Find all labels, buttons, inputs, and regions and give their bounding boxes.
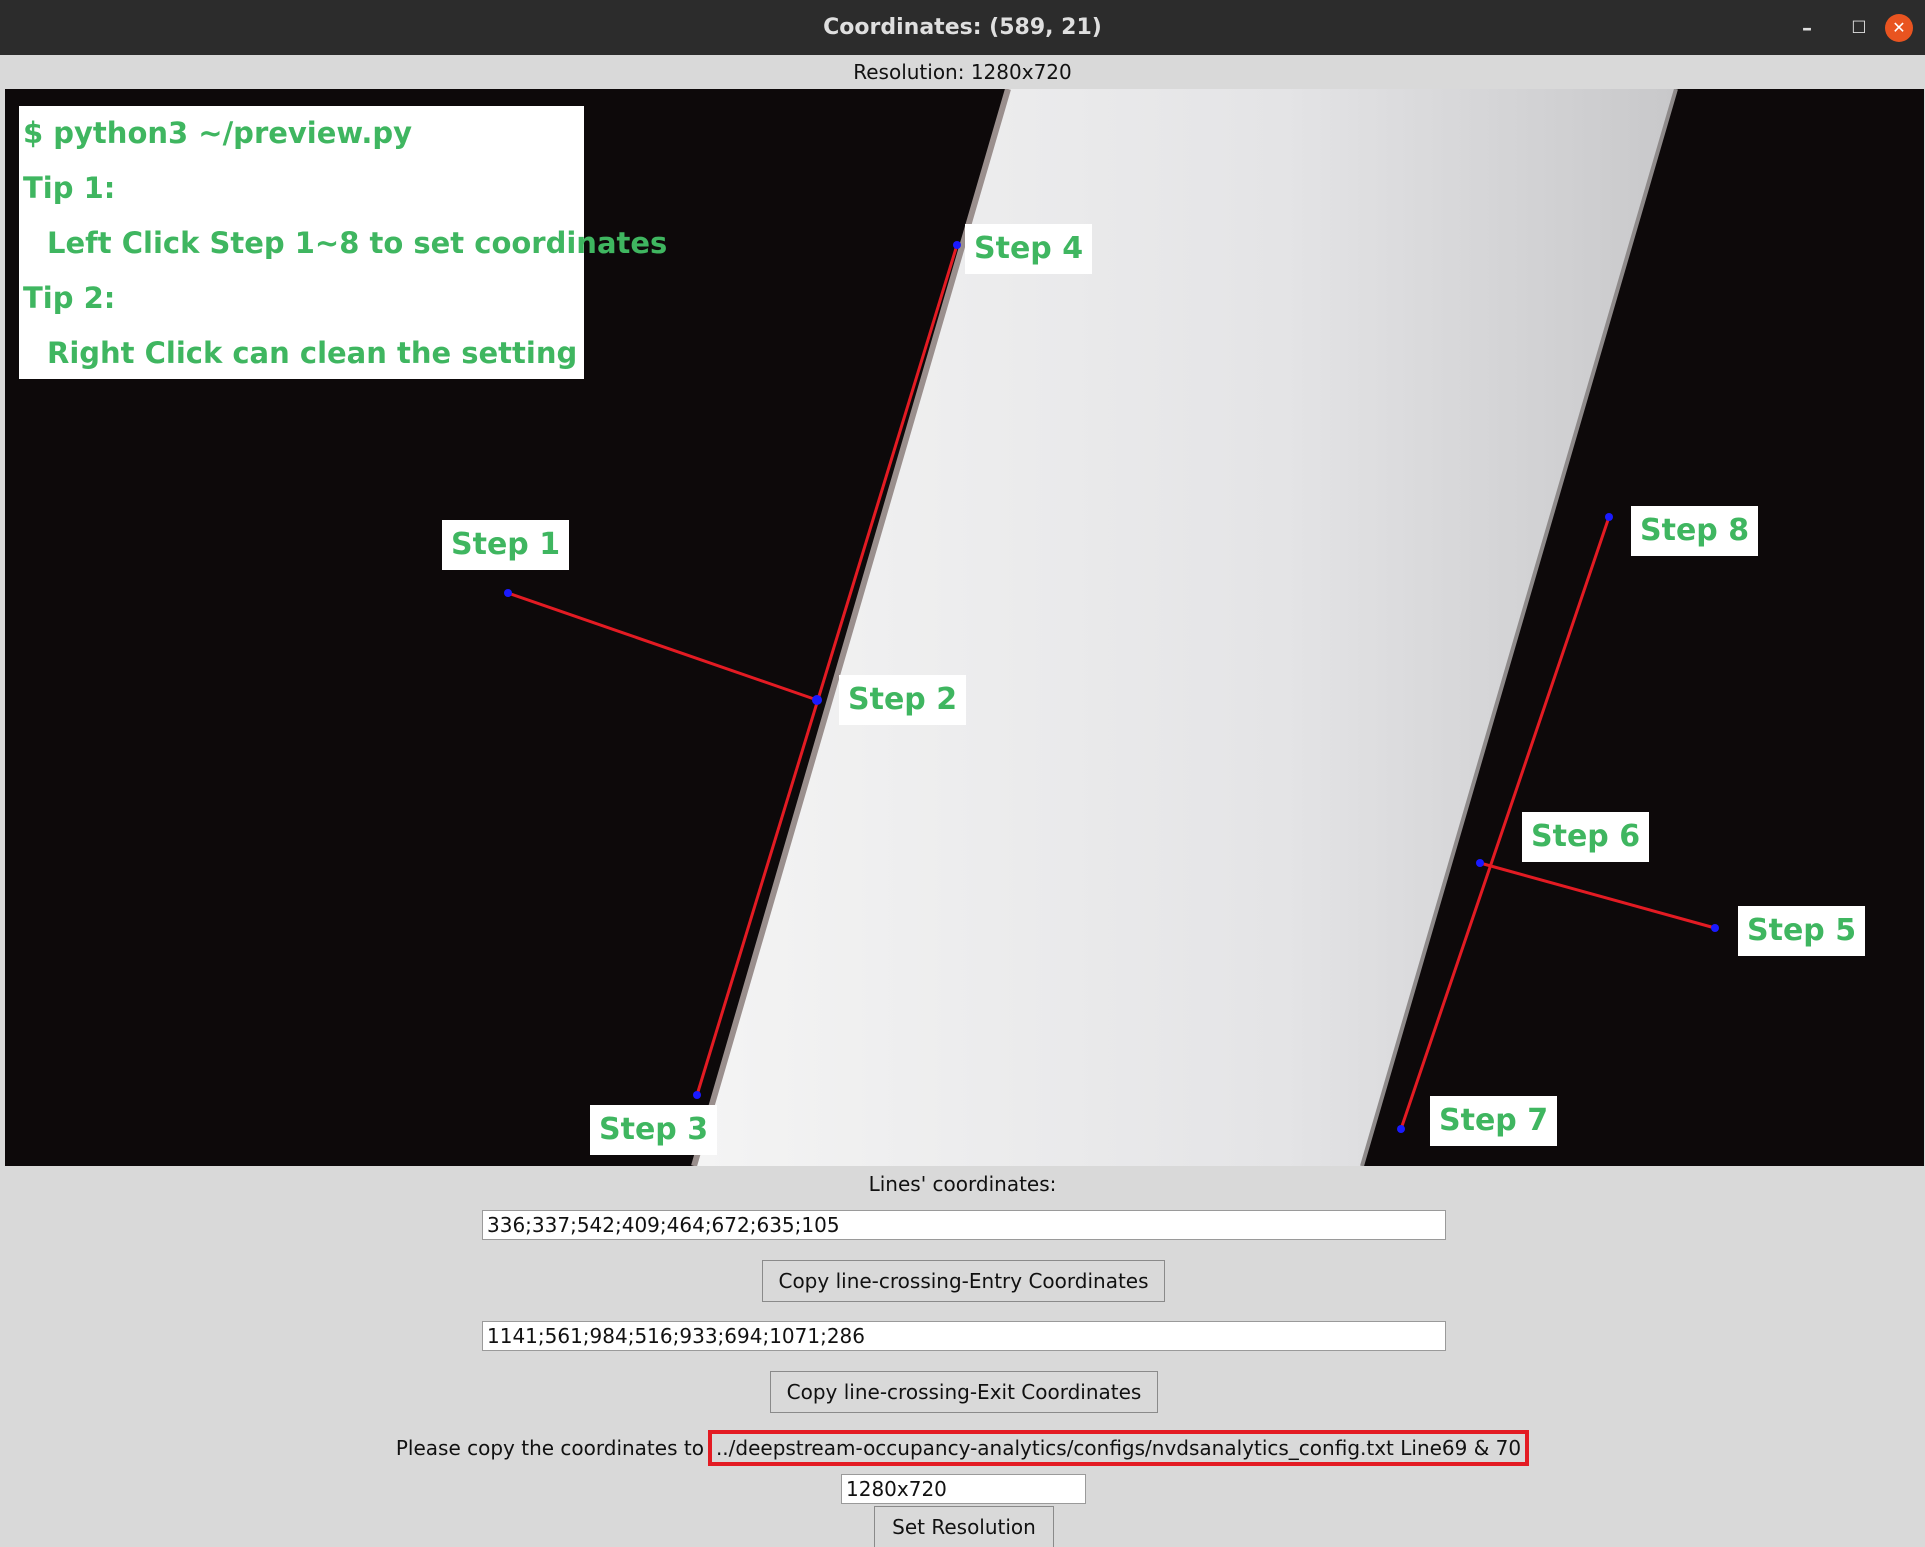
point-step-3	[693, 1091, 701, 1099]
step-2-label: Step 2	[839, 675, 967, 725]
point-step-8	[1605, 513, 1613, 521]
exit-coordinates-field[interactable]: 1141;561;984;516;933;694;1071;286	[482, 1321, 1446, 1351]
maximize-icon[interactable]: ☐	[1833, 0, 1885, 55]
tip1-title: Tip 1:	[23, 171, 116, 205]
minimize-icon[interactable]: –	[1781, 0, 1833, 55]
copy-exit-button[interactable]: Copy line-crossing-Exit Coordinates	[770, 1371, 1158, 1413]
resolution-input[interactable]: 1280x720	[841, 1474, 1086, 1504]
step-7-label: Step 7	[1430, 1096, 1558, 1146]
config-path-highlight: ../deepstream-occupancy-analytics/config…	[707, 1430, 1530, 1466]
set-resolution-button[interactable]: Set Resolution	[874, 1506, 1054, 1547]
window-titlebar: Coordinates: (589, 21) – ☐ ✕	[0, 0, 1925, 55]
step-6-label: Step 6	[1522, 812, 1650, 862]
lines-coordinates-label: Lines' coordinates:	[868, 1172, 1057, 1196]
point-step-5	[1711, 924, 1719, 932]
copy-instruction: Please copy the coordinates to ../deepst…	[0, 1430, 1925, 1466]
step-3-label: Step 3	[590, 1105, 718, 1155]
step-8-label: Step 8	[1631, 506, 1759, 556]
tip2-title: Tip 2:	[23, 281, 116, 315]
point-step-7	[1397, 1125, 1405, 1133]
step-1-label: Step 1	[442, 520, 570, 570]
window-title: Coordinates: (589, 21)	[823, 15, 1102, 40]
window-controls: – ☐ ✕	[1781, 0, 1925, 55]
tip1-text: Left Click Step 1~8 to set coordinates	[47, 226, 668, 260]
tips-overlay: $ python3 ~/preview.py Tip 1: Left Click…	[19, 106, 668, 379]
preview-canvas[interactable]: $ python3 ~/preview.py Tip 1: Left Click…	[5, 89, 1924, 1166]
entry-coordinates-field[interactable]: 336;337;542;409;464;672;635;105	[482, 1210, 1446, 1240]
point-step-2	[812, 695, 822, 705]
point-step-6	[1476, 859, 1484, 867]
tip2-text: Right Click can clean the setting	[47, 336, 578, 370]
copy-instruction-text: Please copy the coordinates to	[395, 1436, 704, 1460]
point-step-1	[504, 589, 512, 597]
step-4-label: Step 4	[965, 224, 1093, 274]
close-icon[interactable]: ✕	[1885, 13, 1913, 42]
point-step-4	[953, 241, 961, 249]
command-text: $ python3 ~/preview.py	[23, 116, 413, 150]
step-5-label: Step 5	[1738, 906, 1866, 956]
resolution-label: Resolution: 1280x720	[853, 60, 1072, 84]
copy-entry-button[interactable]: Copy line-crossing-Entry Coordinates	[762, 1260, 1165, 1302]
